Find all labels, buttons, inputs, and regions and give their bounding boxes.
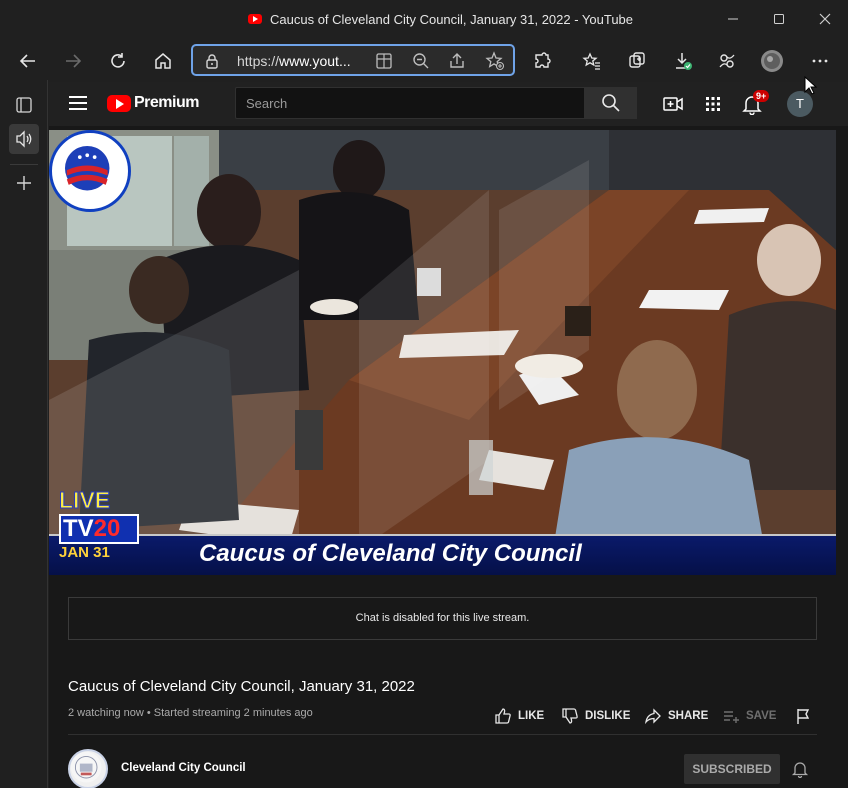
share-arrow-icon [645,708,661,725]
search-icon [602,94,620,112]
thumbs-down-icon [562,708,578,724]
channel-name[interactable]: Cleveland City Council [121,762,246,774]
tv20-badge: TV20 [59,514,139,544]
zoom-out-icon[interactable] [411,51,431,71]
more-icon[interactable] [807,48,833,74]
video-date-text: JAN 31 [59,544,110,561]
sidebar-divider [10,164,38,165]
window-titlebar: Caucus of Cleveland City Council, Januar… [0,0,848,40]
share-icon[interactable] [447,51,467,71]
url-text: https://www.yout... [237,53,351,69]
video-overlay-caption: Caucus of Cleveland City Council [199,540,582,567]
youtube-header: Premium Search 9+ T [49,82,848,126]
share-button[interactable]: SHARE [644,707,708,725]
maximize-button[interactable] [764,8,794,32]
edge-sidebar [0,80,48,788]
youtube-page: Premium Search 9+ T Caucus of Cleveland … [49,82,848,788]
video-meta: 2 watching now • Started streaming 2 min… [68,707,313,719]
playlist-add-icon [724,711,739,723]
video-frame [49,130,836,575]
youtube-logo-icon[interactable] [107,95,131,112]
minimize-button[interactable] [718,8,748,32]
chat-disabled-message: Chat is disabled for this live stream. [355,612,530,624]
add-icon[interactable] [9,168,39,198]
youtube-favicon-icon [248,14,262,24]
city-of-cleveland-seal-icon [49,130,131,212]
flag-icon [797,709,810,724]
save-button[interactable]: SAVE [722,707,776,725]
address-bar[interactable]: https://www.yout... [191,44,515,76]
youtube-premium-logo[interactable]: Premium [134,94,199,112]
thumbs-up-icon [495,708,511,724]
tab-actions-icon[interactable] [9,90,39,120]
video-player[interactable]: Caucus of Cleveland City Council LIVE TV… [49,130,836,575]
subscribed-button[interactable]: SUBSCRIBED [684,754,780,784]
video-lower-third: Caucus of Cleveland City Council [49,534,836,575]
menu-icon[interactable] [69,96,87,110]
add-favorite-icon[interactable] [485,51,505,71]
favorites-icon[interactable] [579,48,605,74]
notification-badge: 9+ [753,90,770,102]
profile-swap-icon[interactable] [714,48,740,74]
search-input[interactable]: Search [235,87,585,119]
apps-grid-icon[interactable] [702,93,724,115]
section-divider [68,734,817,735]
chat-disabled-box: Chat is disabled for this live stream. [68,597,817,640]
report-button[interactable] [794,707,818,725]
create-video-icon[interactable] [662,93,684,115]
collections-icon[interactable] [624,48,650,74]
search-button[interactable] [585,87,637,119]
reader-icon[interactable] [374,51,394,71]
window-title: Caucus of Cleveland City Council, Januar… [270,12,634,27]
forward-icon[interactable] [60,48,86,74]
extensions-icon[interactable] [529,48,555,74]
profile-avatar[interactable] [759,48,785,74]
live-text: LIVE [59,487,111,513]
live-tv20-logo: LIVE TV20 [59,488,141,544]
mouse-cursor-icon [804,76,818,95]
speaker-icon[interactable] [9,124,39,154]
like-button[interactable]: LIKE [494,707,544,725]
back-icon[interactable] [15,48,41,74]
channel-avatar-icon[interactable] [68,749,108,788]
notification-bell-icon[interactable] [791,760,809,778]
video-title: Caucus of Cleveland City Council, Januar… [68,678,415,695]
lock-icon[interactable] [205,53,219,69]
dislike-button[interactable]: DISLIKE [561,707,630,725]
home-icon[interactable] [150,48,176,74]
close-button[interactable] [810,8,840,32]
refresh-icon[interactable] [105,48,131,74]
downloads-icon[interactable] [670,48,696,74]
